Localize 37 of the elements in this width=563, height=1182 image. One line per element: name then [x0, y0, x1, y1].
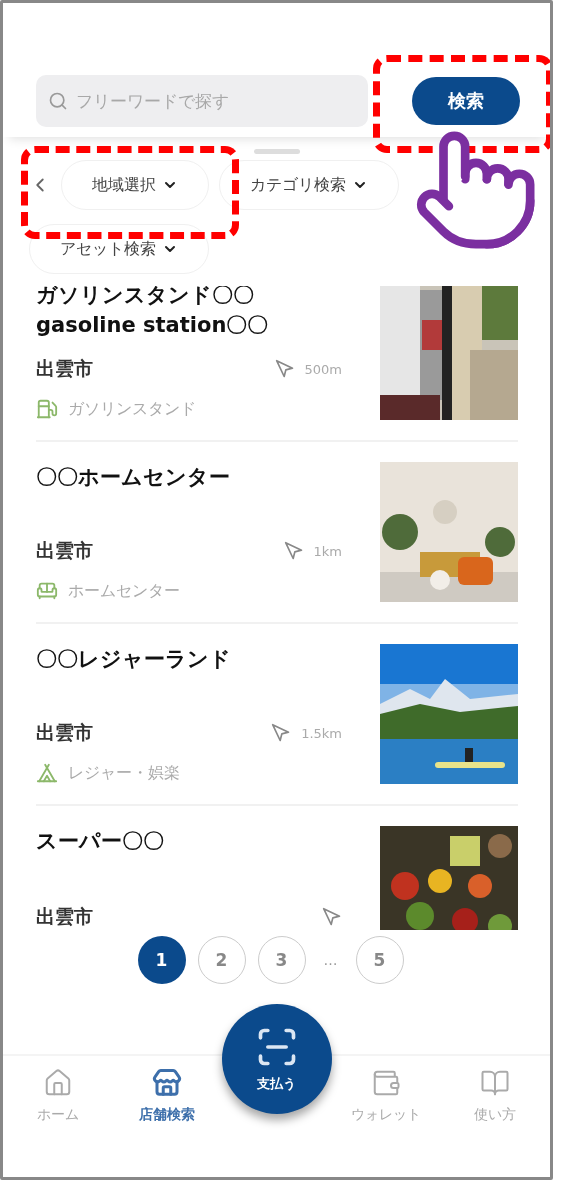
drag-handle[interactable]	[253, 149, 300, 154]
tent-icon	[36, 762, 58, 784]
filter-chip[interactable]: 地域選択	[61, 160, 209, 210]
navigation-icon	[322, 907, 342, 927]
store-category: ホームセンター	[68, 580, 180, 602]
nav-tab[interactable]: 店舗検索	[112, 1056, 222, 1125]
store-name[interactable]: 〇〇レジャーランド	[36, 644, 360, 674]
page-ellipsis: …	[322, 952, 339, 968]
filter-chip[interactable]: カテゴリ検索	[219, 160, 399, 210]
navigation-icon	[283, 541, 304, 561]
page-button[interactable]: 1	[137, 936, 186, 984]
store-icon	[152, 1068, 183, 1098]
store-distance: 1km	[313, 543, 342, 559]
filter-chip[interactable]: アセット検索	[29, 224, 209, 274]
page-button[interactable]: 3	[257, 936, 306, 984]
search-icon	[48, 91, 68, 111]
store-city: 出雲市	[36, 356, 93, 381]
store-name[interactable]: ガソリンスタンド〇〇 gasoline station〇〇	[36, 286, 360, 340]
page-button[interactable]: 5	[355, 936, 404, 984]
page-button[interactable]: 2	[197, 936, 246, 984]
navigation-icon	[271, 723, 292, 743]
fuel-icon	[36, 398, 58, 420]
search-button[interactable]: 検索	[412, 77, 520, 125]
store-name[interactable]: 〇〇ホームセンター	[36, 462, 360, 492]
search-field[interactable]: フリーワードで探す	[36, 75, 368, 127]
store-city: 出雲市	[36, 904, 93, 929]
store-distance: 500m	[304, 361, 342, 377]
store-category: ガソリンスタンド	[68, 398, 196, 420]
sofa-icon	[36, 580, 58, 602]
store-name[interactable]: スーパー〇〇	[36, 826, 360, 856]
store-category: レジャー・娯楽	[68, 762, 180, 784]
store-distance: 1.5km	[301, 725, 342, 741]
book-icon	[480, 1068, 511, 1098]
pay-button[interactable]: 支払う	[221, 1004, 332, 1114]
store-city: 出雲市	[36, 720, 93, 745]
navigation-icon	[274, 359, 295, 379]
store-city: 出雲市	[36, 538, 93, 563]
